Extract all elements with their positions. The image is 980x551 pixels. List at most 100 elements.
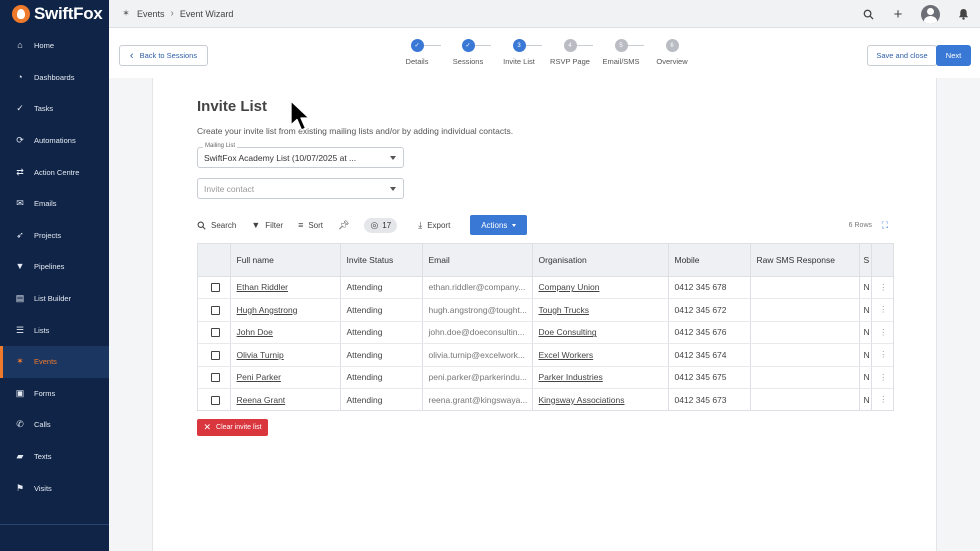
row-checkbox[interactable] <box>211 328 220 338</box>
export-button[interactable]: ⤓ Export <box>418 220 450 231</box>
table-row[interactable]: Hugh Angstrong Attending hugh.angstrong@… <box>198 298 893 322</box>
table-row[interactable]: John Doe Attending john.doe@doeconsultin… <box>198 321 893 344</box>
organisation-link[interactable]: Kingsway Associations <box>532 388 669 410</box>
column-header[interactable]: Email <box>422 244 533 277</box>
plus-icon[interactable]: + <box>891 6 905 23</box>
clipboard-icon: ▣ <box>15 387 25 398</box>
row-menu-icon[interactable]: ⋮ <box>871 321 893 344</box>
fullscreen-icon[interactable]: ⛶ <box>882 220 888 231</box>
invite-contact-select[interactable]: Invite contact <box>197 178 404 199</box>
email-cell: hugh.angstrong@tought... <box>422 298 533 322</box>
avatar[interactable] <box>921 4 940 24</box>
sort-icon: ≡ <box>298 220 304 230</box>
step-overview[interactable]: 6 Overview <box>647 39 697 66</box>
sidebar-item-home[interactable]: ⌂ Home <box>0 30 109 62</box>
sidebar-item-automations[interactable]: ⟳ Automations <box>0 125 109 157</box>
sidebar-item-texts[interactable]: ▰ Texts <box>0 441 109 473</box>
caret-down-icon <box>512 223 517 227</box>
table-row[interactable]: Olivia Turnip Attending olivia.turnip@ex… <box>198 343 893 367</box>
column-header[interactable]: S <box>859 244 872 277</box>
organisation-link[interactable]: Company Union <box>532 276 669 299</box>
column-header[interactable]: Organisation <box>532 244 669 277</box>
sidebar-item-action-centre[interactable]: ⇄ Action Centre <box>0 156 109 188</box>
sidebar-item-events[interactable]: ✶ Events <box>0 345 109 378</box>
row-checkbox[interactable] <box>211 395 220 405</box>
row-menu-icon[interactable]: ⋮ <box>871 343 893 367</box>
raw-sms-cell <box>750 321 860 344</box>
contact-name-link[interactable]: Ethan Riddler <box>230 276 341 299</box>
chat-icon: ▰ <box>16 451 24 462</box>
invite-contact-placeholder: Invite contact <box>204 184 255 194</box>
organisation-link[interactable]: Excel Workers <box>532 343 669 367</box>
caret-down-icon <box>390 156 396 160</box>
contact-name-link[interactable]: Peni Parker <box>230 366 341 389</box>
sidebar-item-projects[interactable]: ➶ Projects <box>0 220 109 252</box>
raw-sms-cell <box>750 276 860 299</box>
sidebar-item-dashboards[interactable]: ◔ Dashboards <box>0 62 109 94</box>
row-menu-icon[interactable]: ⋮ <box>871 276 893 299</box>
row-checkbox[interactable] <box>211 373 220 383</box>
email-cell: olivia.turnip@excelwork... <box>422 343 533 367</box>
search-icon[interactable] <box>861 7 875 21</box>
organisation-link[interactable]: Parker Industries <box>532 366 669 389</box>
party-popper-icon: ✶ <box>122 8 130 18</box>
row-menu-icon[interactable]: ⋮ <box>871 366 893 389</box>
table-row[interactable]: Peni Parker Attending peni.parker@parker… <box>198 366 893 389</box>
sidebar-item-forms[interactable]: ▣ Forms <box>0 378 109 410</box>
sidebar-item-calls[interactable]: ✆ Calls <box>0 409 109 441</box>
column-header[interactable]: Raw SMS Response <box>750 244 860 277</box>
raw-sms-cell <box>750 298 860 322</box>
filter-icon: ▼ <box>251 220 261 230</box>
back-to-sessions-button[interactable]: ‹ Back to Sessions <box>119 45 208 66</box>
mail-icon: ✉ <box>16 198 24 209</box>
clear-invite-list-button[interactable]: ✕ Clear invite list <box>197 419 268 436</box>
sidebar-item-lists[interactable]: ☰ Lists <box>0 314 109 346</box>
contact-name-link[interactable]: Reena Grant <box>230 388 341 410</box>
contact-name-link[interactable]: Olivia Turnip <box>230 343 341 367</box>
pin-button[interactable]: 📌︎ <box>338 220 349 231</box>
sidebar-item-visits[interactable]: ⚑ Visits <box>0 472 109 504</box>
email-cell: reena.grant@kingswaya... <box>422 388 533 410</box>
wizard-stepper: ✓ Details ✓ Sessions 3 Invite List 4 RSV… <box>399 39 689 75</box>
step-rsvp-page[interactable]: 4 RSVP Page <box>545 39 595 66</box>
filter-label: Filter <box>265 220 284 230</box>
row-menu-icon[interactable]: ⋮ <box>871 388 893 410</box>
contact-name-link[interactable]: John Doe <box>230 321 341 344</box>
bell-icon[interactable] <box>956 7 970 21</box>
breadcrumb-page: Event Wizard <box>179 8 234 19</box>
column-header[interactable]: Invite Status <box>340 244 423 277</box>
step-details[interactable]: ✓ Details <box>392 39 442 66</box>
table-row[interactable]: Ethan Riddler Attending ethan.riddler@co… <box>198 276 893 299</box>
mailing-list-select[interactable]: Mailing List SwiftFox Academy List (10/0… <box>197 143 404 168</box>
row-menu-icon[interactable]: ⋮ <box>871 298 893 322</box>
hidden-columns-button[interactable]: ◎ 17 <box>364 217 398 233</box>
sidebar-item-pipelines[interactable]: ▼ Pipelines <box>0 251 109 283</box>
sort-button[interactable]: ≡ Sort <box>298 220 323 230</box>
actions-dropdown-button[interactable]: Actions <box>470 215 528 235</box>
step-email-sms[interactable]: 5 Email/SMS <box>596 39 646 66</box>
row-checkbox[interactable] <box>211 283 220 293</box>
sidebar-item-list-builder[interactable]: ▤ List Builder <box>0 283 109 315</box>
app-logo[interactable]: SwiftFox <box>0 0 109 28</box>
row-checkbox[interactable] <box>211 350 220 360</box>
step-sessions[interactable]: ✓ Sessions <box>443 39 493 66</box>
breadcrumb: ✶ Events › Event Wizard <box>121 8 233 19</box>
column-header[interactable]: Mobile <box>668 244 751 277</box>
breadcrumb-section[interactable]: Events <box>137 9 165 19</box>
organisation-link[interactable]: Doe Consulting <box>532 321 669 344</box>
next-button[interactable]: Next <box>936 45 971 66</box>
save-and-close-button[interactable]: Save and close <box>867 45 937 66</box>
search-button[interactable]: Search <box>197 221 236 230</box>
column-header[interactable]: Full name <box>230 244 341 277</box>
organisation-link[interactable]: Tough Trucks <box>532 298 669 322</box>
main-content: Invite List Create your invite list from… <box>152 78 937 551</box>
row-checkbox[interactable] <box>211 305 220 315</box>
download-icon: ⤓ <box>418 219 423 230</box>
sidebar-item-emails[interactable]: ✉ Emails <box>0 188 109 220</box>
step-invite-list[interactable]: 3 Invite List <box>494 39 544 66</box>
mailing-list-label: Mailing List <box>203 143 238 149</box>
filter-button[interactable]: ▼ Filter <box>251 220 283 230</box>
table-row[interactable]: Reena Grant Attending reena.grant@kingsw… <box>198 388 893 410</box>
contact-name-link[interactable]: Hugh Angstrong <box>230 298 341 322</box>
sidebar-item-tasks[interactable]: ✓ Tasks <box>0 93 109 125</box>
